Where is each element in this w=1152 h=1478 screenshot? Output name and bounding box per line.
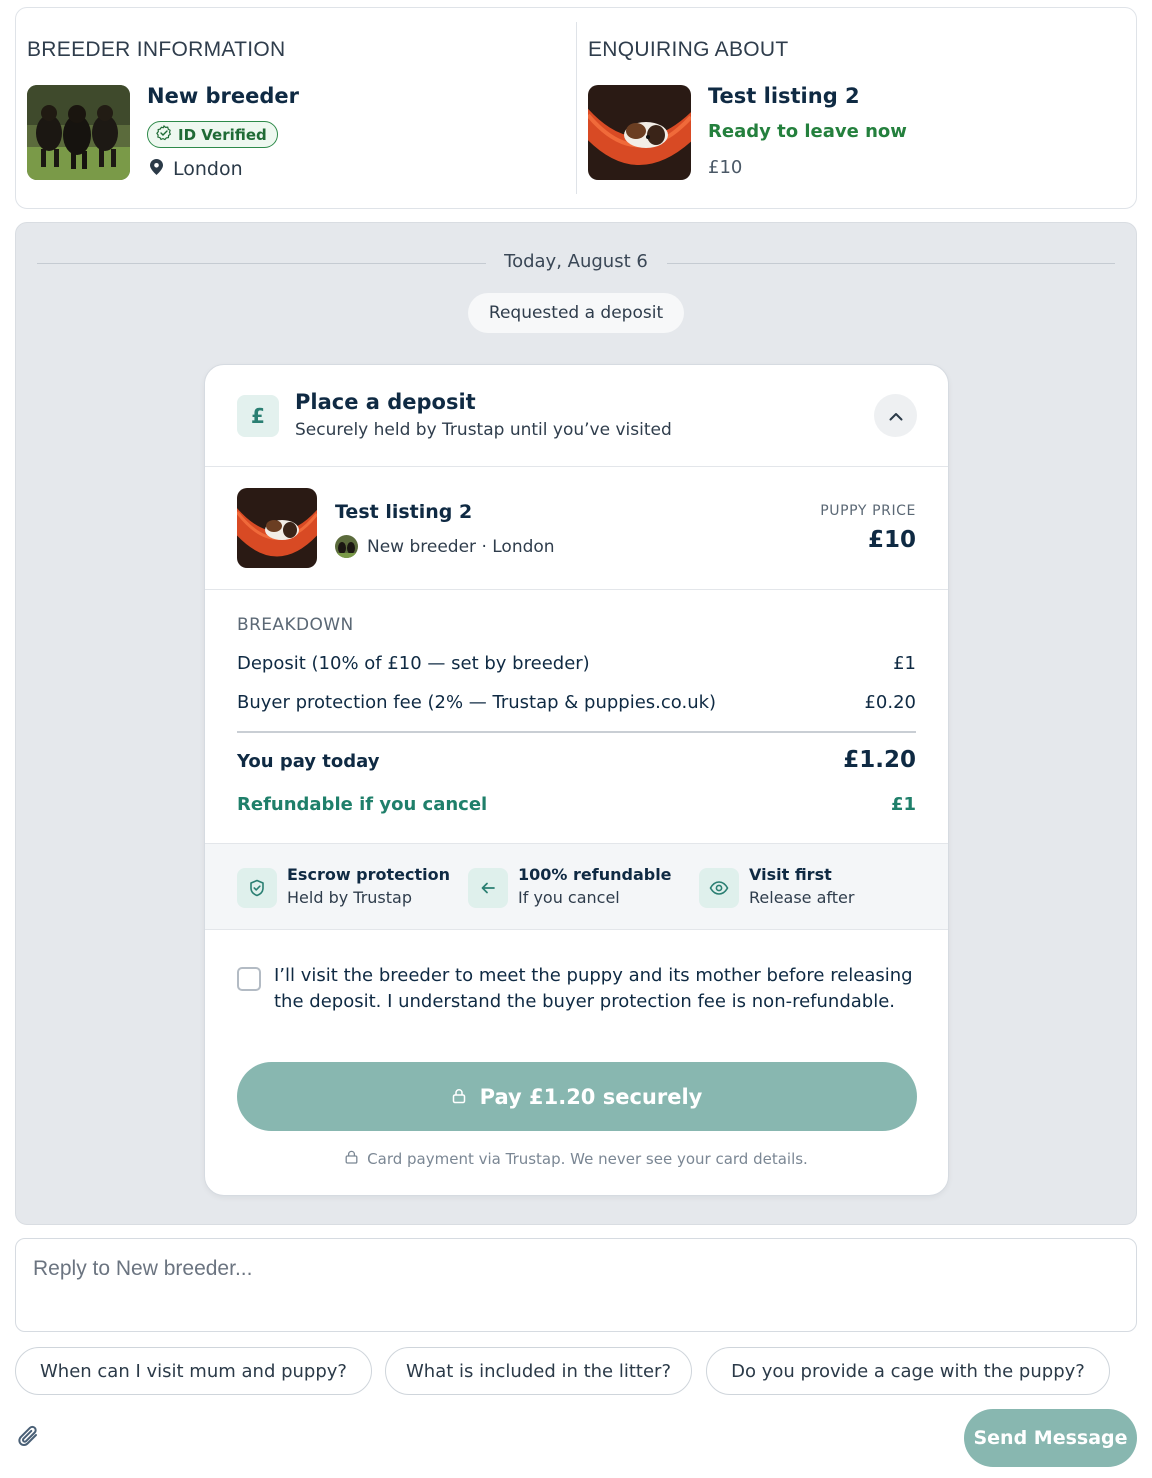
visit-confirm-checkbox[interactable]	[237, 967, 261, 991]
breakdown-row-deposit: Deposit (10% of £10 — set by breeder) £1	[237, 653, 916, 674]
chevron-up-icon	[889, 406, 903, 425]
breeder-info-heading: BREEDER INFORMATION	[27, 38, 286, 61]
breakdown-row-fee: Buyer protection fee (2% — Trustap & pup…	[237, 692, 916, 713]
reply-input[interactable]: Reply to New breeder...	[15, 1238, 1137, 1332]
breeder-location-text: London	[173, 158, 243, 180]
suggestion-chip[interactable]: What is included in the litter?	[385, 1347, 692, 1395]
id-verified-label: ID Verified	[178, 125, 267, 144]
deposit-listing-title: Test listing 2	[335, 501, 473, 523]
breakdown-divider	[237, 731, 916, 733]
total-row: You pay today £1.20	[237, 747, 916, 773]
feature-subtitle: Release after	[749, 888, 855, 907]
refund-row: Refundable if you cancel £1	[237, 794, 916, 815]
payment-note-text: Card payment via Trustap. We never see y…	[367, 1150, 808, 1168]
pound-icon: £	[237, 395, 279, 437]
date-separator: Today, August 6	[37, 251, 1115, 275]
date-label-wrap: Today, August 6	[37, 251, 1115, 272]
breeder-photo[interactable]	[27, 85, 130, 180]
map-pin-icon	[150, 158, 163, 180]
breeder-avatar	[335, 535, 358, 558]
feature-title: Visit first	[749, 865, 832, 884]
shield-check-icon	[237, 868, 277, 908]
total-value: £1.20	[843, 747, 916, 773]
breeder-information: BREEDER INFORMATION New breeder ID Verif…	[16, 8, 577, 208]
chat-thread[interactable]: Today, August 6 Requested a deposit £ Pl…	[15, 222, 1137, 1225]
enquiring-listing-title[interactable]: Test listing 2	[708, 84, 860, 108]
protection-features: Escrow protection Held by Trustap 100% r…	[205, 844, 948, 930]
feature-escrow: Escrow protection Held by Trustap	[237, 864, 450, 910]
deposit-card-header[interactable]: £ Place a deposit Securely held by Trust…	[205, 365, 948, 467]
breakdown-row-label: Buyer protection fee (2% — Trustap & pup…	[237, 692, 717, 713]
listing-availability: Ready to leave now	[708, 121, 907, 142]
feature-refundable: 100% refundable If you cancel	[468, 864, 672, 910]
enquiring-about: ENQUIRING ABOUT Test listing 2 Ready to …	[577, 8, 1138, 208]
breeder-location: London	[150, 158, 243, 180]
breakdown-row-label: Deposit (10% of £10 — set by breeder)	[237, 653, 590, 674]
puppy-price-value: £10	[867, 527, 916, 553]
enquiring-heading: ENQUIRING ABOUT	[588, 38, 789, 61]
feature-visit-first: Visit first Release after	[699, 864, 854, 910]
payment-note: Card payment via Trustap. We never see y…	[205, 1150, 948, 1168]
feature-subtitle: Held by Trustap	[287, 888, 412, 907]
lock-icon	[345, 1150, 358, 1168]
price-breakdown: BREAKDOWN Deposit (10% of £10 — set by b…	[205, 590, 948, 844]
suggestion-chip[interactable]: Do you provide a cage with the puppy?	[706, 1347, 1110, 1395]
paperclip-icon[interactable]	[15, 1423, 43, 1451]
suggestion-chip[interactable]: When can I visit mum and puppy?	[15, 1347, 372, 1395]
visit-confirm-text[interactable]: I’ll visit the breeder to meet the puppy…	[274, 963, 914, 1015]
breakdown-row-value: £0.20	[864, 692, 916, 713]
deposit-title: Place a deposit	[295, 390, 476, 414]
feature-title: Escrow protection	[287, 865, 451, 884]
listing-photo[interactable]	[588, 85, 691, 180]
deposit-listing-summary: Test listing 2 New breeder · London PUPP…	[205, 467, 948, 590]
deposit-listing-meta-text: New breeder · London	[367, 536, 555, 557]
feature-title: 100% refundable	[518, 865, 672, 884]
feature-subtitle: If you cancel	[518, 888, 620, 907]
total-label: You pay today	[237, 751, 380, 772]
breakdown-row-value: £1	[893, 653, 916, 674]
pay-button-label: Pay £1.20 securely	[479, 1084, 703, 1109]
arrow-left-icon	[468, 868, 508, 908]
eye-icon	[699, 868, 739, 908]
lock-icon	[452, 1085, 466, 1109]
deposit-listing-meta: New breeder · London	[335, 535, 555, 558]
deposit-card: £ Place a deposit Securely held by Trust…	[204, 364, 949, 1196]
pay-securely-button[interactable]: Pay £1.20 securely	[237, 1062, 917, 1131]
id-verified-badge: ID Verified	[147, 121, 278, 148]
collapse-button[interactable]	[874, 394, 917, 437]
listing-price: £10	[708, 157, 743, 178]
verified-check-icon	[156, 124, 172, 145]
conversation-header-card: BREEDER INFORMATION New breeder ID Verif…	[15, 7, 1137, 209]
breeder-name[interactable]: New breeder	[147, 84, 299, 108]
puppy-price-label: PUPPY PRICE	[820, 503, 916, 519]
send-message-button[interactable]: Send Message	[964, 1409, 1137, 1467]
deposit-listing-photo	[237, 488, 317, 568]
breakdown-heading: BREAKDOWN	[237, 615, 354, 635]
refund-value: £1	[890, 794, 916, 815]
refund-label: Refundable if you cancel	[237, 794, 488, 815]
deposit-subtitle: Securely held by Trustap until you’ve vi…	[295, 420, 672, 440]
date-label: Today, August 6	[488, 251, 664, 272]
system-event-pill: Requested a deposit	[468, 293, 684, 333]
